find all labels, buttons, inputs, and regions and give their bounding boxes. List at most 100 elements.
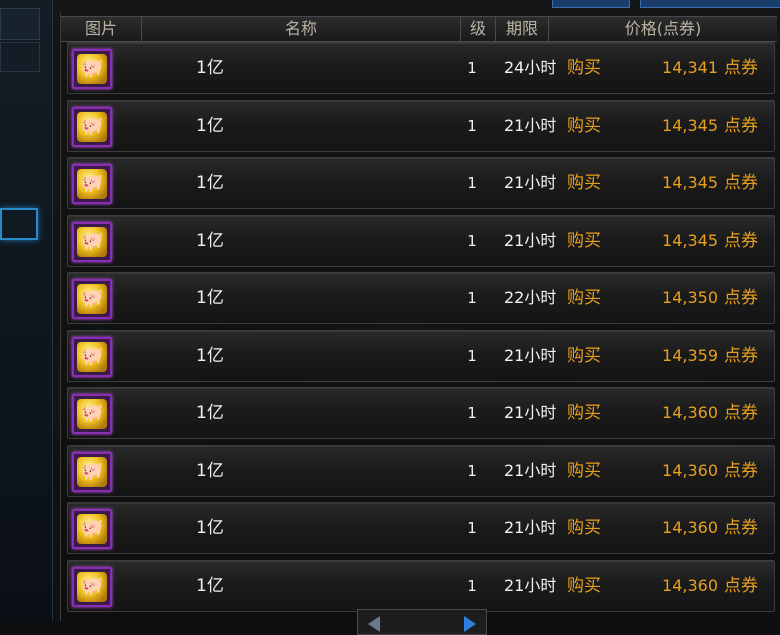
item-price: 14,360 点券 bbox=[662, 561, 758, 611]
top-button-strip bbox=[552, 0, 780, 9]
item-level: 1 bbox=[467, 59, 477, 77]
price-value: 14,360 bbox=[662, 575, 718, 595]
item-row[interactable]: 🐖 1亿 1 22小时 购买 14,350 点券 bbox=[67, 272, 775, 324]
piggy-bank-body: 🐖 bbox=[77, 341, 107, 372]
item-duration: 22小时 bbox=[504, 288, 557, 307]
header-duration[interactable]: 期限 bbox=[496, 17, 549, 41]
item-row[interactable]: 🐖 1亿 1 21小时 购买 14,345 点券 bbox=[67, 214, 775, 267]
left-panel-selected-slot[interactable] bbox=[0, 208, 38, 240]
item-level: 1 bbox=[467, 116, 477, 135]
piggy-bank-body: 🐖 bbox=[77, 456, 107, 487]
item-price: 14,360 点券 bbox=[662, 503, 758, 553]
gold-piggy-bank-icon[interactable]: 🐖 bbox=[72, 451, 112, 492]
item-level: 1 bbox=[467, 231, 477, 250]
item-price: 14,360 点券 bbox=[662, 446, 758, 496]
buy-button[interactable]: 购买 bbox=[567, 446, 601, 496]
item-row[interactable]: 🐖 1亿 1 21小时 购买 14,360 点券 bbox=[67, 502, 775, 554]
item-row[interactable]: 🐖 1亿 1 21小时 购买 14,360 点券 bbox=[67, 444, 775, 497]
gold-piggy-bank-icon[interactable]: 🐖 bbox=[72, 221, 112, 262]
item-level: 1 bbox=[467, 576, 477, 595]
item-row[interactable]: 🐖 1亿 1 24小时 购买 14,341 点券 bbox=[67, 42, 775, 94]
price-unit: 点券 bbox=[724, 518, 758, 538]
price-value: 14,360 bbox=[662, 403, 718, 422]
price-unit: 点券 bbox=[724, 403, 758, 423]
piggy-bank-body: 🐖 bbox=[77, 226, 107, 257]
item-level: 1 bbox=[467, 404, 477, 422]
piggy-bank-body: 🐖 bbox=[77, 571, 107, 602]
piggy-bank-body: 🐖 bbox=[77, 399, 107, 429]
buy-button[interactable]: 购买 bbox=[567, 101, 601, 151]
item-duration: 24小时 bbox=[504, 58, 557, 77]
piggy-bank-body: 🐖 bbox=[77, 514, 107, 544]
gold-piggy-bank-icon[interactable]: 🐖 bbox=[72, 106, 112, 147]
top-tab-button[interactable] bbox=[552, 0, 630, 8]
price-value: 14,360 bbox=[662, 518, 718, 537]
item-duration: 21小时 bbox=[504, 230, 557, 250]
gold-piggy-bank-icon[interactable]: 🐖 bbox=[72, 49, 112, 89]
pig-glyph: 🐖 bbox=[81, 345, 104, 367]
next-page-icon[interactable] bbox=[464, 616, 476, 632]
price-value: 14,345 bbox=[662, 173, 718, 192]
pig-glyph: 🐖 bbox=[81, 115, 104, 137]
buy-button[interactable]: 购买 bbox=[567, 273, 601, 323]
item-row[interactable]: 🐖 1亿 1 21小时 购买 14,345 点券 bbox=[67, 157, 775, 209]
item-price: 14,341 点券 bbox=[662, 43, 758, 93]
piggy-bank-body: 🐖 bbox=[77, 169, 107, 199]
item-level: 1 bbox=[467, 519, 477, 537]
item-row[interactable]: 🐖 1亿 1 21小时 购买 14,360 点券 bbox=[67, 559, 775, 612]
pager bbox=[357, 609, 487, 635]
price-value: 14,345 bbox=[662, 230, 718, 250]
pig-glyph: 🐖 bbox=[81, 230, 104, 252]
price-value: 14,350 bbox=[662, 288, 718, 307]
gold-piggy-bank-icon[interactable]: 🐖 bbox=[72, 164, 112, 204]
header-name[interactable]: 名称 bbox=[142, 17, 461, 41]
top-tab-button[interactable] bbox=[640, 0, 780, 8]
buy-button[interactable]: 购买 bbox=[567, 388, 601, 438]
buy-button[interactable]: 购买 bbox=[567, 43, 601, 93]
buy-button[interactable]: 购买 bbox=[567, 331, 601, 381]
item-name: 1亿 bbox=[196, 288, 224, 308]
gold-piggy-bank-icon[interactable]: 🐖 bbox=[72, 509, 112, 549]
prev-page-icon[interactable] bbox=[368, 616, 380, 632]
buy-button[interactable]: 购买 bbox=[567, 503, 601, 553]
price-unit: 点券 bbox=[724, 575, 758, 596]
item-level: 1 bbox=[467, 461, 477, 480]
item-level: 1 bbox=[467, 174, 477, 192]
buy-button[interactable]: 购买 bbox=[567, 561, 601, 611]
item-price: 14,345 点券 bbox=[662, 216, 758, 266]
auction-list-panel: 图片 名称 级 期限 价格(点券) 🐖 1亿 1 24小时 购买 14,341 点… bbox=[60, 12, 777, 635]
item-name: 1亿 bbox=[196, 173, 224, 193]
header-level[interactable]: 级 bbox=[461, 17, 496, 41]
left-panel-slot[interactable] bbox=[0, 8, 40, 40]
price-unit: 点券 bbox=[724, 460, 758, 481]
item-row[interactable]: 🐖 1亿 1 21小时 购买 14,359 点券 bbox=[67, 329, 775, 382]
gold-piggy-bank-icon[interactable]: 🐖 bbox=[72, 336, 112, 377]
price-value: 14,360 bbox=[662, 460, 718, 480]
item-price: 14,360 点券 bbox=[662, 388, 758, 438]
item-duration: 21小时 bbox=[504, 173, 557, 192]
pig-glyph: 🐖 bbox=[81, 288, 104, 309]
header-image[interactable]: 图片 bbox=[61, 17, 142, 41]
item-name: 1亿 bbox=[196, 58, 224, 78]
price-value: 14,341 bbox=[662, 58, 718, 77]
left-panel-slot[interactable] bbox=[0, 42, 40, 72]
left-side-panel bbox=[0, 0, 53, 621]
item-list: 🐖 1亿 1 24小时 购买 14,341 点券 🐖 1亿 1 21小时 购买 1… bbox=[67, 42, 775, 617]
item-duration: 21小时 bbox=[504, 460, 557, 480]
header-price[interactable]: 价格(点券) bbox=[549, 17, 777, 41]
item-name: 1亿 bbox=[196, 460, 224, 481]
buy-button[interactable]: 购买 bbox=[567, 216, 601, 266]
item-name: 1亿 bbox=[196, 345, 224, 366]
pig-glyph: 🐖 bbox=[81, 575, 104, 597]
buy-button[interactable]: 购买 bbox=[567, 158, 601, 208]
gold-piggy-bank-icon[interactable]: 🐖 bbox=[72, 394, 112, 434]
item-duration: 21小时 bbox=[504, 403, 557, 422]
item-row[interactable]: 🐖 1亿 1 21小时 购买 14,345 点券 bbox=[67, 99, 775, 152]
price-value: 14,359 bbox=[662, 345, 718, 365]
item-price: 14,359 点券 bbox=[662, 331, 758, 381]
gold-piggy-bank-icon[interactable]: 🐖 bbox=[72, 566, 112, 607]
piggy-bank-body: 🐖 bbox=[77, 284, 107, 314]
item-row[interactable]: 🐖 1亿 1 21小时 购买 14,360 点券 bbox=[67, 387, 775, 439]
item-duration: 21小时 bbox=[504, 115, 557, 135]
gold-piggy-bank-icon[interactable]: 🐖 bbox=[72, 279, 112, 319]
